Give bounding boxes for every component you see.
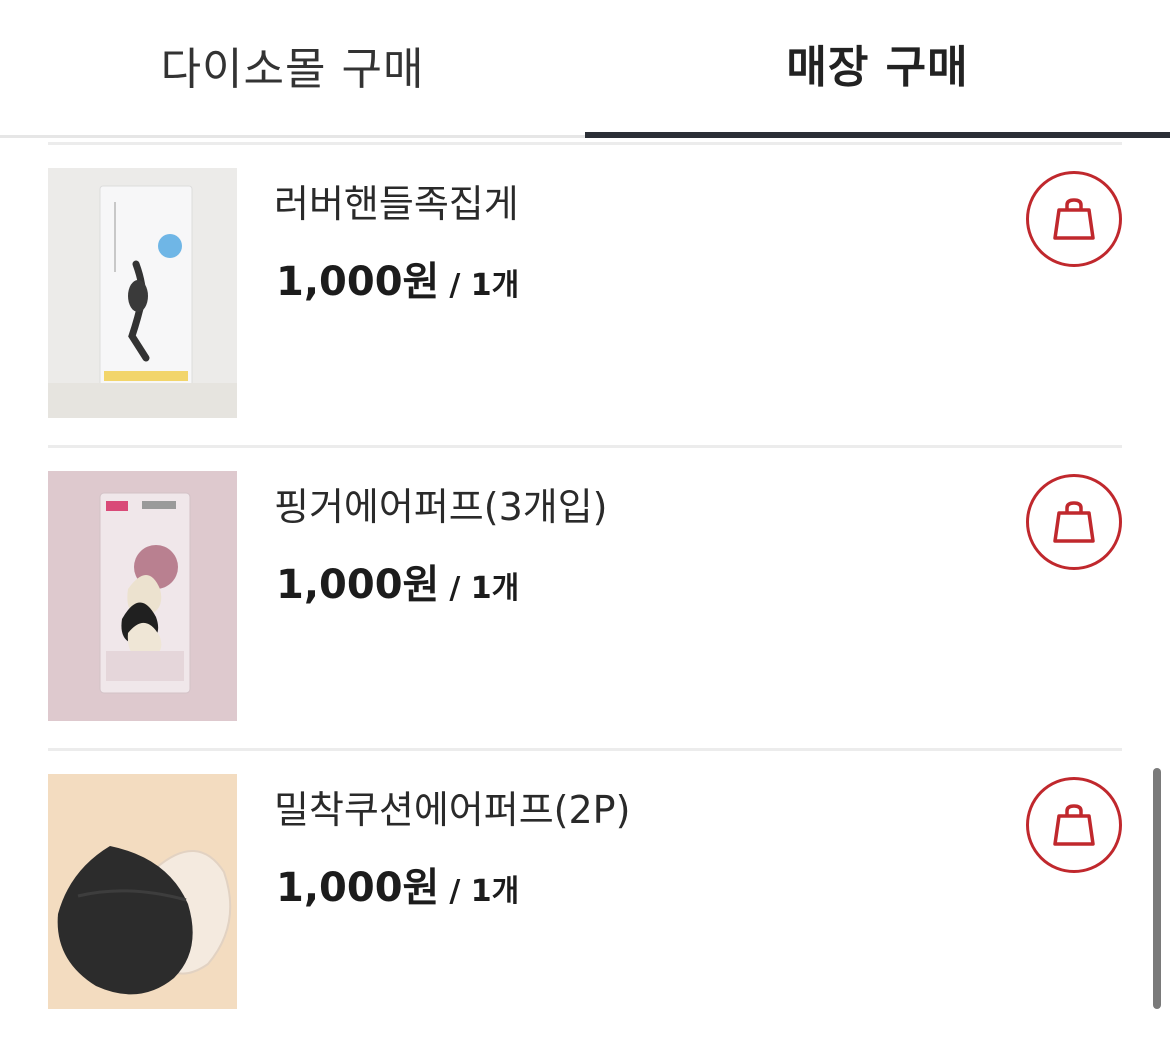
list-item[interactable]: 러버핸들족집게 1,000원 / 1개	[48, 145, 1122, 445]
price-line: 1,000원 / 1개	[276, 855, 519, 913]
shopping-bag-icon	[1053, 198, 1095, 240]
add-to-cart-button[interactable]	[1026, 171, 1122, 267]
product-price: 1,000원	[276, 259, 440, 305]
product-name[interactable]: 러버핸들족집게	[274, 173, 519, 228]
scrollbar[interactable]	[1153, 768, 1161, 1009]
product-name[interactable]: 밀착쿠션에어퍼프(2P)	[274, 779, 630, 834]
product-price: 1,000원	[276, 865, 440, 911]
purchase-tabs: 다이소몰 구매 매장 구매	[0, 0, 1170, 138]
tab-daiso-mall-purchase[interactable]: 다이소몰 구매	[0, 0, 585, 138]
product-list: 러버핸들족집게 1,000원 / 1개 핑거에어퍼프(3개입) 1,000원 / …	[48, 142, 1122, 1051]
product-unit: / 1개	[449, 874, 520, 909]
add-to-cart-button[interactable]	[1026, 474, 1122, 570]
product-unit: / 1개	[449, 571, 520, 606]
product-name[interactable]: 핑거에어퍼프(3개입)	[274, 476, 608, 531]
tab-store-purchase[interactable]: 매장 구매	[585, 0, 1170, 138]
shopping-bag-icon	[1053, 501, 1095, 543]
price-line: 1,000원 / 1개	[276, 552, 519, 610]
shopping-bag-icon	[1053, 804, 1095, 846]
product-image-cushion-puff[interactable]	[48, 774, 237, 1009]
product-image-finger-puff[interactable]	[48, 471, 237, 721]
add-to-cart-button[interactable]	[1026, 777, 1122, 873]
list-item[interactable]: 핑거에어퍼프(3개입) 1,000원 / 1개	[48, 448, 1122, 748]
product-unit: / 1개	[449, 268, 520, 303]
product-price: 1,000원	[276, 562, 440, 608]
product-image-tweezers[interactable]	[48, 168, 237, 418]
price-line: 1,000원 / 1개	[276, 249, 519, 307]
list-item[interactable]: 밀착쿠션에어퍼프(2P) 1,000원 / 1개	[48, 751, 1122, 1051]
